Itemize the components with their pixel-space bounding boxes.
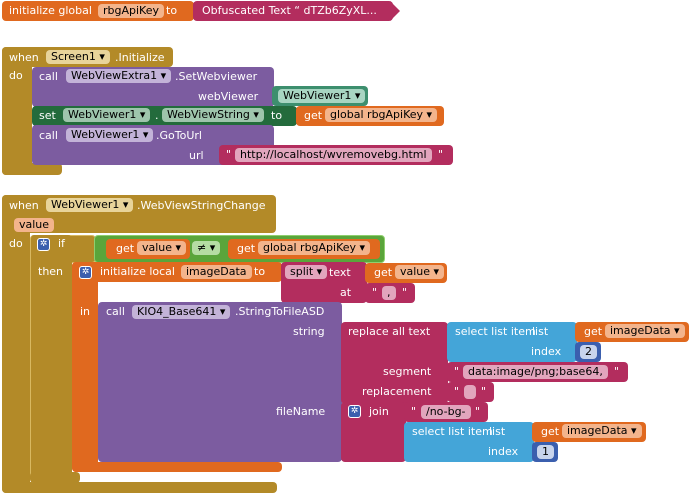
select-list-item2-kw: select list item [412, 425, 493, 438]
join-close-quote: " [475, 405, 481, 418]
set-dot: . [155, 109, 159, 122]
in-kw: in [80, 305, 91, 318]
screen-init-spine [2, 47, 32, 175]
initialize-global-label: initialize global [9, 4, 92, 17]
init-local-mutator-gear-icon[interactable]: ✲ [79, 266, 92, 279]
screen-init-when: when [9, 51, 39, 64]
segment-close-quote: " [614, 365, 620, 378]
screen-init-event-name: .Initialize [115, 51, 165, 64]
gotourl-webviewer1-dropdown[interactable]: WebViewer1 [66, 128, 154, 142]
call-gotourl-kw: call [39, 129, 58, 142]
replacement-text-field[interactable] [464, 385, 476, 399]
split-at-value-field[interactable]: , [382, 286, 396, 300]
call-setwebviewer-kw: call [39, 70, 58, 83]
replacement-open-quote: " [454, 385, 460, 398]
string-change-bottom [2, 482, 277, 493]
join-text-field[interactable]: /no-bg- [421, 405, 471, 419]
string-change-event-name: .WebViewStringChange [137, 199, 266, 212]
replacement-close-quote: " [481, 385, 487, 398]
list1-get-kw: get [584, 325, 603, 338]
segment-open-quote: " [454, 365, 460, 378]
compare-get2-var-dropdown[interactable]: global rbgApiKey [258, 241, 371, 255]
index1-value-field[interactable]: 2 [580, 345, 597, 359]
webviewstring-property-dropdown[interactable]: WebViewString [162, 108, 264, 122]
obfuscated-text-value: Obfuscated Text “ dTZb6ZyXL... [202, 4, 377, 17]
segment-text-field[interactable]: data:image/png;base64, [463, 365, 608, 379]
join-open-quote: " [411, 405, 417, 418]
get-global-kw: get [304, 109, 323, 122]
split-text-label: text [329, 266, 351, 279]
set-to: to [271, 109, 283, 122]
screen-init-do: do [9, 69, 23, 82]
list1-get-var-dropdown[interactable]: imageData [605, 324, 685, 338]
split-get-var-dropdown[interactable]: value [395, 265, 445, 279]
split-dropdown[interactable]: split [285, 265, 328, 279]
local-var-name-field[interactable]: imageData [181, 265, 252, 279]
select-index2-label: index [488, 445, 519, 458]
select-index1-label: index [531, 345, 562, 358]
global-to-label: to [166, 4, 178, 17]
join-mutator-gear-icon[interactable]: ✲ [348, 405, 361, 418]
list2-get-kw: get [541, 425, 560, 438]
set-webviewer1-dropdown[interactable]: WebViewer1 [63, 108, 151, 122]
split-at-label: at [340, 286, 352, 299]
global-var-name-field[interactable]: rbgApiKey [98, 4, 164, 18]
filename-param-label: fileName [276, 405, 326, 418]
list2-get-var-dropdown[interactable]: imageData [562, 424, 642, 438]
init-local-bottom [72, 462, 282, 472]
string-change-do: do [9, 237, 23, 250]
index2-value-field[interactable]: 1 [537, 445, 554, 459]
webviewer1-component-dropdown[interactable]: WebViewer1 [278, 89, 366, 103]
if-kw: if [58, 237, 65, 250]
if-mutator-gear-icon[interactable]: ✲ [37, 238, 50, 251]
init-local-to: to [254, 265, 266, 278]
string-change-webviewer1-dropdown[interactable]: WebViewer1 [46, 198, 134, 212]
if-bottom [30, 472, 80, 483]
url-close-quote: " [438, 148, 444, 161]
join-kw: join [369, 405, 389, 418]
url-open-quote: " [226, 148, 232, 161]
kio4-base641-dropdown[interactable]: KIO4_Base641 [132, 305, 231, 319]
gotourl-method: .GoToUrl [156, 129, 202, 142]
segment-label: segment [383, 365, 432, 378]
string-param-label: string [293, 325, 325, 338]
url-param-label: url [189, 149, 204, 162]
split-at-close-quote: " [402, 286, 408, 299]
value-param-field[interactable]: value [14, 218, 55, 232]
then-kw: then [38, 265, 64, 278]
init-local-label: initialize local [100, 265, 175, 278]
compare-operator-dropdown[interactable]: ≠ [192, 241, 221, 255]
url-text-field[interactable]: http://localhost/wvremovebg.html [235, 148, 432, 162]
set-kw: set [39, 109, 56, 122]
obfuscated-arrow [390, 1, 400, 21]
compare-get1-kw: get [116, 242, 135, 255]
split-get-kw: get [374, 266, 393, 279]
select-list1-label: list [532, 325, 549, 338]
select-list2-label: list [489, 425, 506, 438]
init-local-spine [72, 262, 98, 472]
compare-get1-var-dropdown[interactable]: value [137, 241, 187, 255]
replacement-label: replacement [362, 385, 432, 398]
webviewer-param-label: webViewer [198, 90, 259, 103]
webviewextra1-dropdown[interactable]: WebViewExtra1 [66, 69, 172, 83]
select-list-item1-kw: select list item [455, 325, 536, 338]
call-stringtofile-kw: call [106, 305, 125, 318]
split-at-open-quote: " [372, 286, 378, 299]
stringtofile-method: .StringToFileASD [235, 305, 325, 318]
screen1-dropdown[interactable]: Screen1 [46, 50, 110, 64]
setwebviewer-method: .SetWebviewer [175, 70, 258, 83]
get-global-var-dropdown[interactable]: global rbgApiKey [325, 108, 438, 122]
string-change-when: when [9, 199, 39, 212]
replace-all-kw: replace all text [348, 325, 431, 338]
compare-get2-kw: get [237, 242, 256, 255]
